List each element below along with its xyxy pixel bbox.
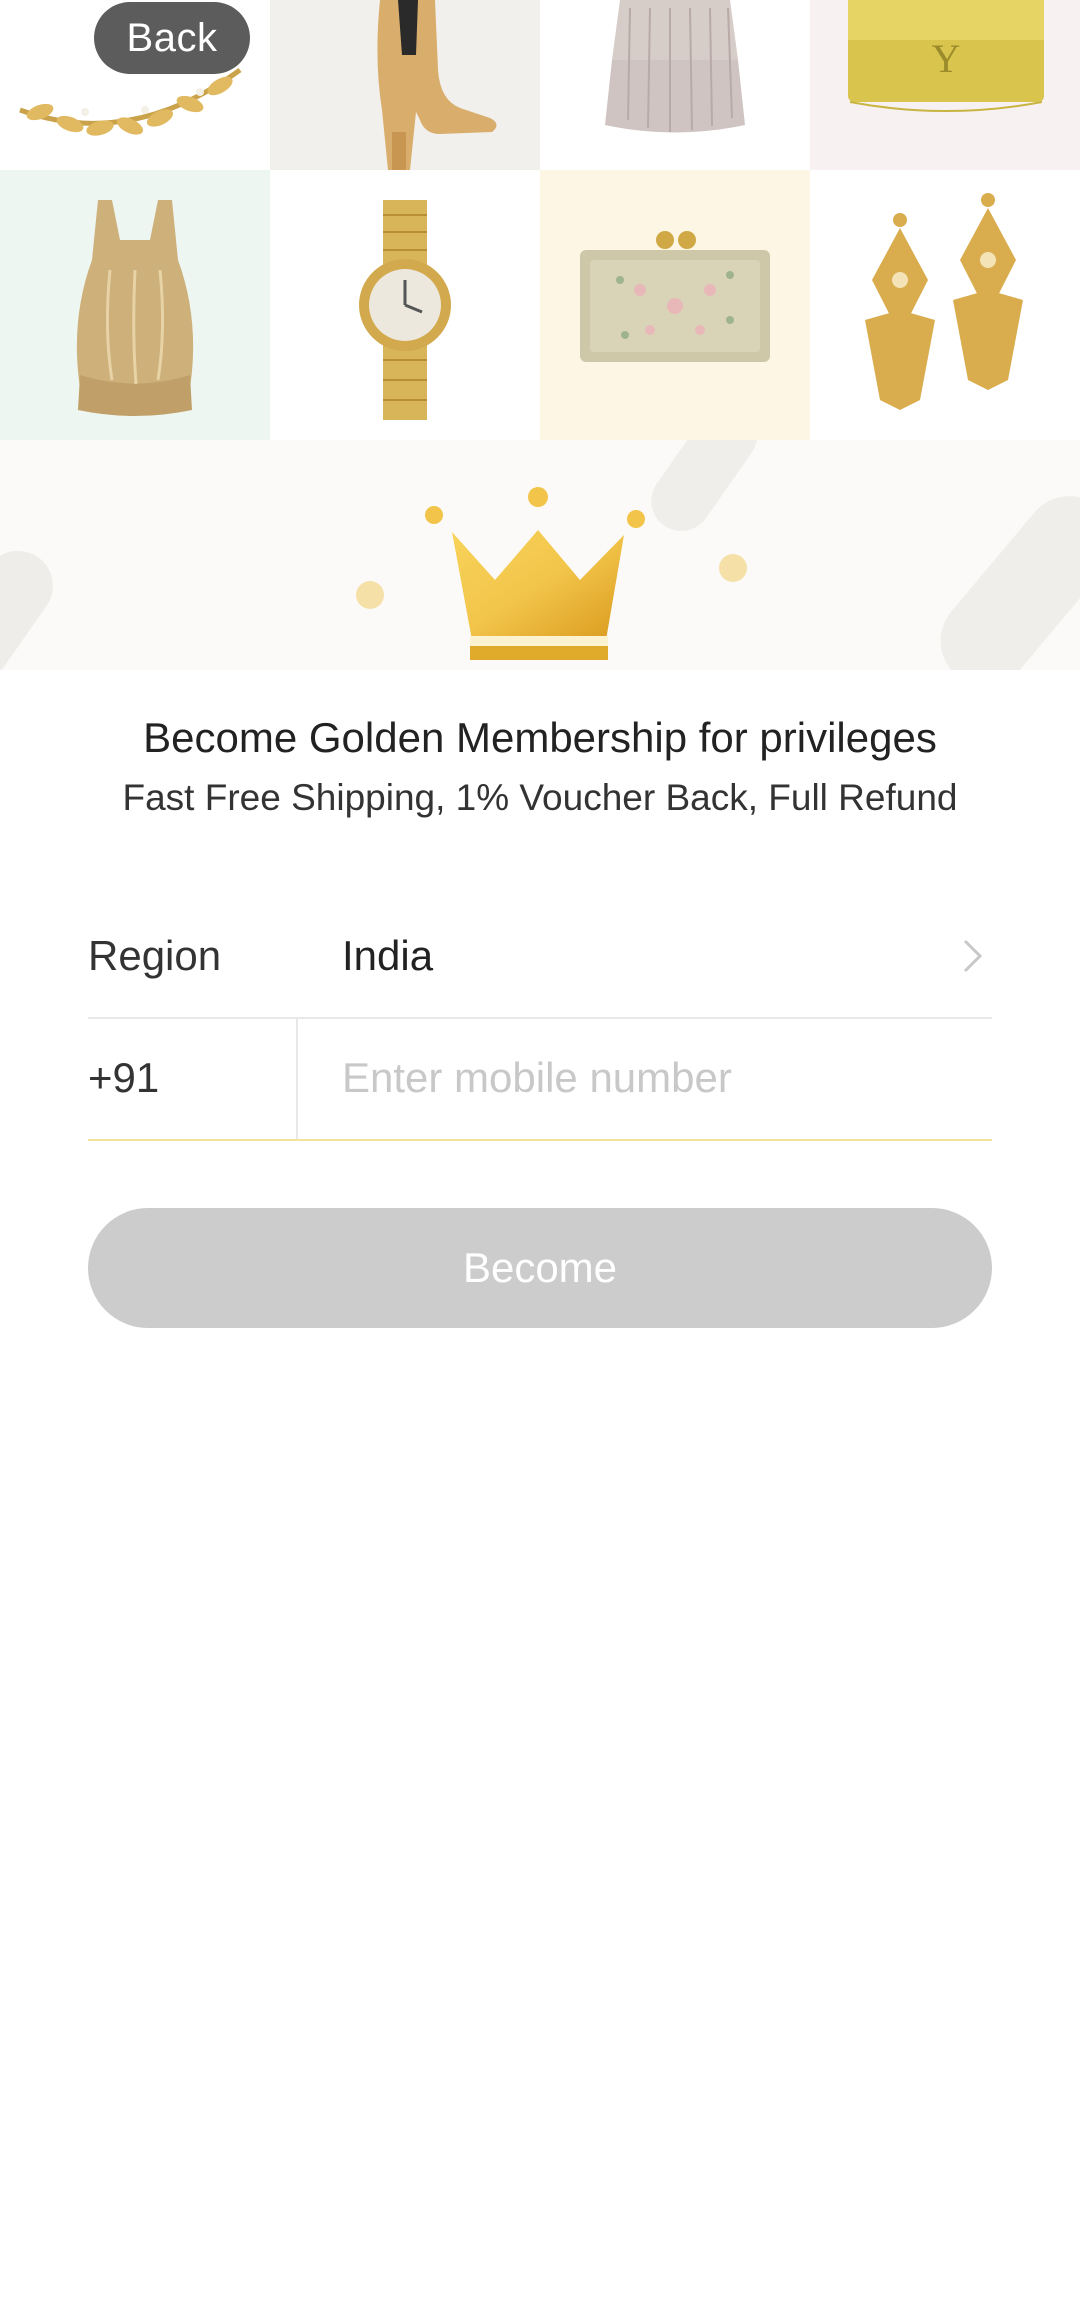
region-label: Region <box>88 932 222 979</box>
gold-clutch-bag-image: Y <box>810 0 1080 170</box>
membership-banner <box>0 440 1080 670</box>
gold-ankle-boot-image <box>270 0 540 170</box>
membership-title: Become Golden Membership for privileges <box>143 714 937 761</box>
back-button[interactable]: Back <box>94 2 250 74</box>
country-code[interactable]: +91 <box>88 1017 159 1139</box>
mobile-number-row: +91 <box>88 1017 992 1141</box>
gold-chandelier-earrings-image <box>810 170 1080 440</box>
divider <box>296 1017 298 1139</box>
chevron-right-icon <box>963 939 983 973</box>
region-selector[interactable]: Region India <box>88 895 992 1019</box>
region-value: India <box>342 932 434 979</box>
gold-satin-top-image <box>0 170 270 440</box>
gold-wristwatch-image <box>270 170 540 440</box>
crown-icon <box>425 487 645 660</box>
embellished-box-clutch-image <box>540 170 810 440</box>
become-button[interactable]: Become <box>88 1208 992 1328</box>
mobile-number-input[interactable] <box>342 1043 982 1113</box>
svg-text:Y: Y <box>932 36 961 81</box>
membership-benefits: Fast Free Shipping, 1% Voucher Back, Ful… <box>122 777 958 818</box>
sequin-fringe-dress-image <box>540 0 810 170</box>
